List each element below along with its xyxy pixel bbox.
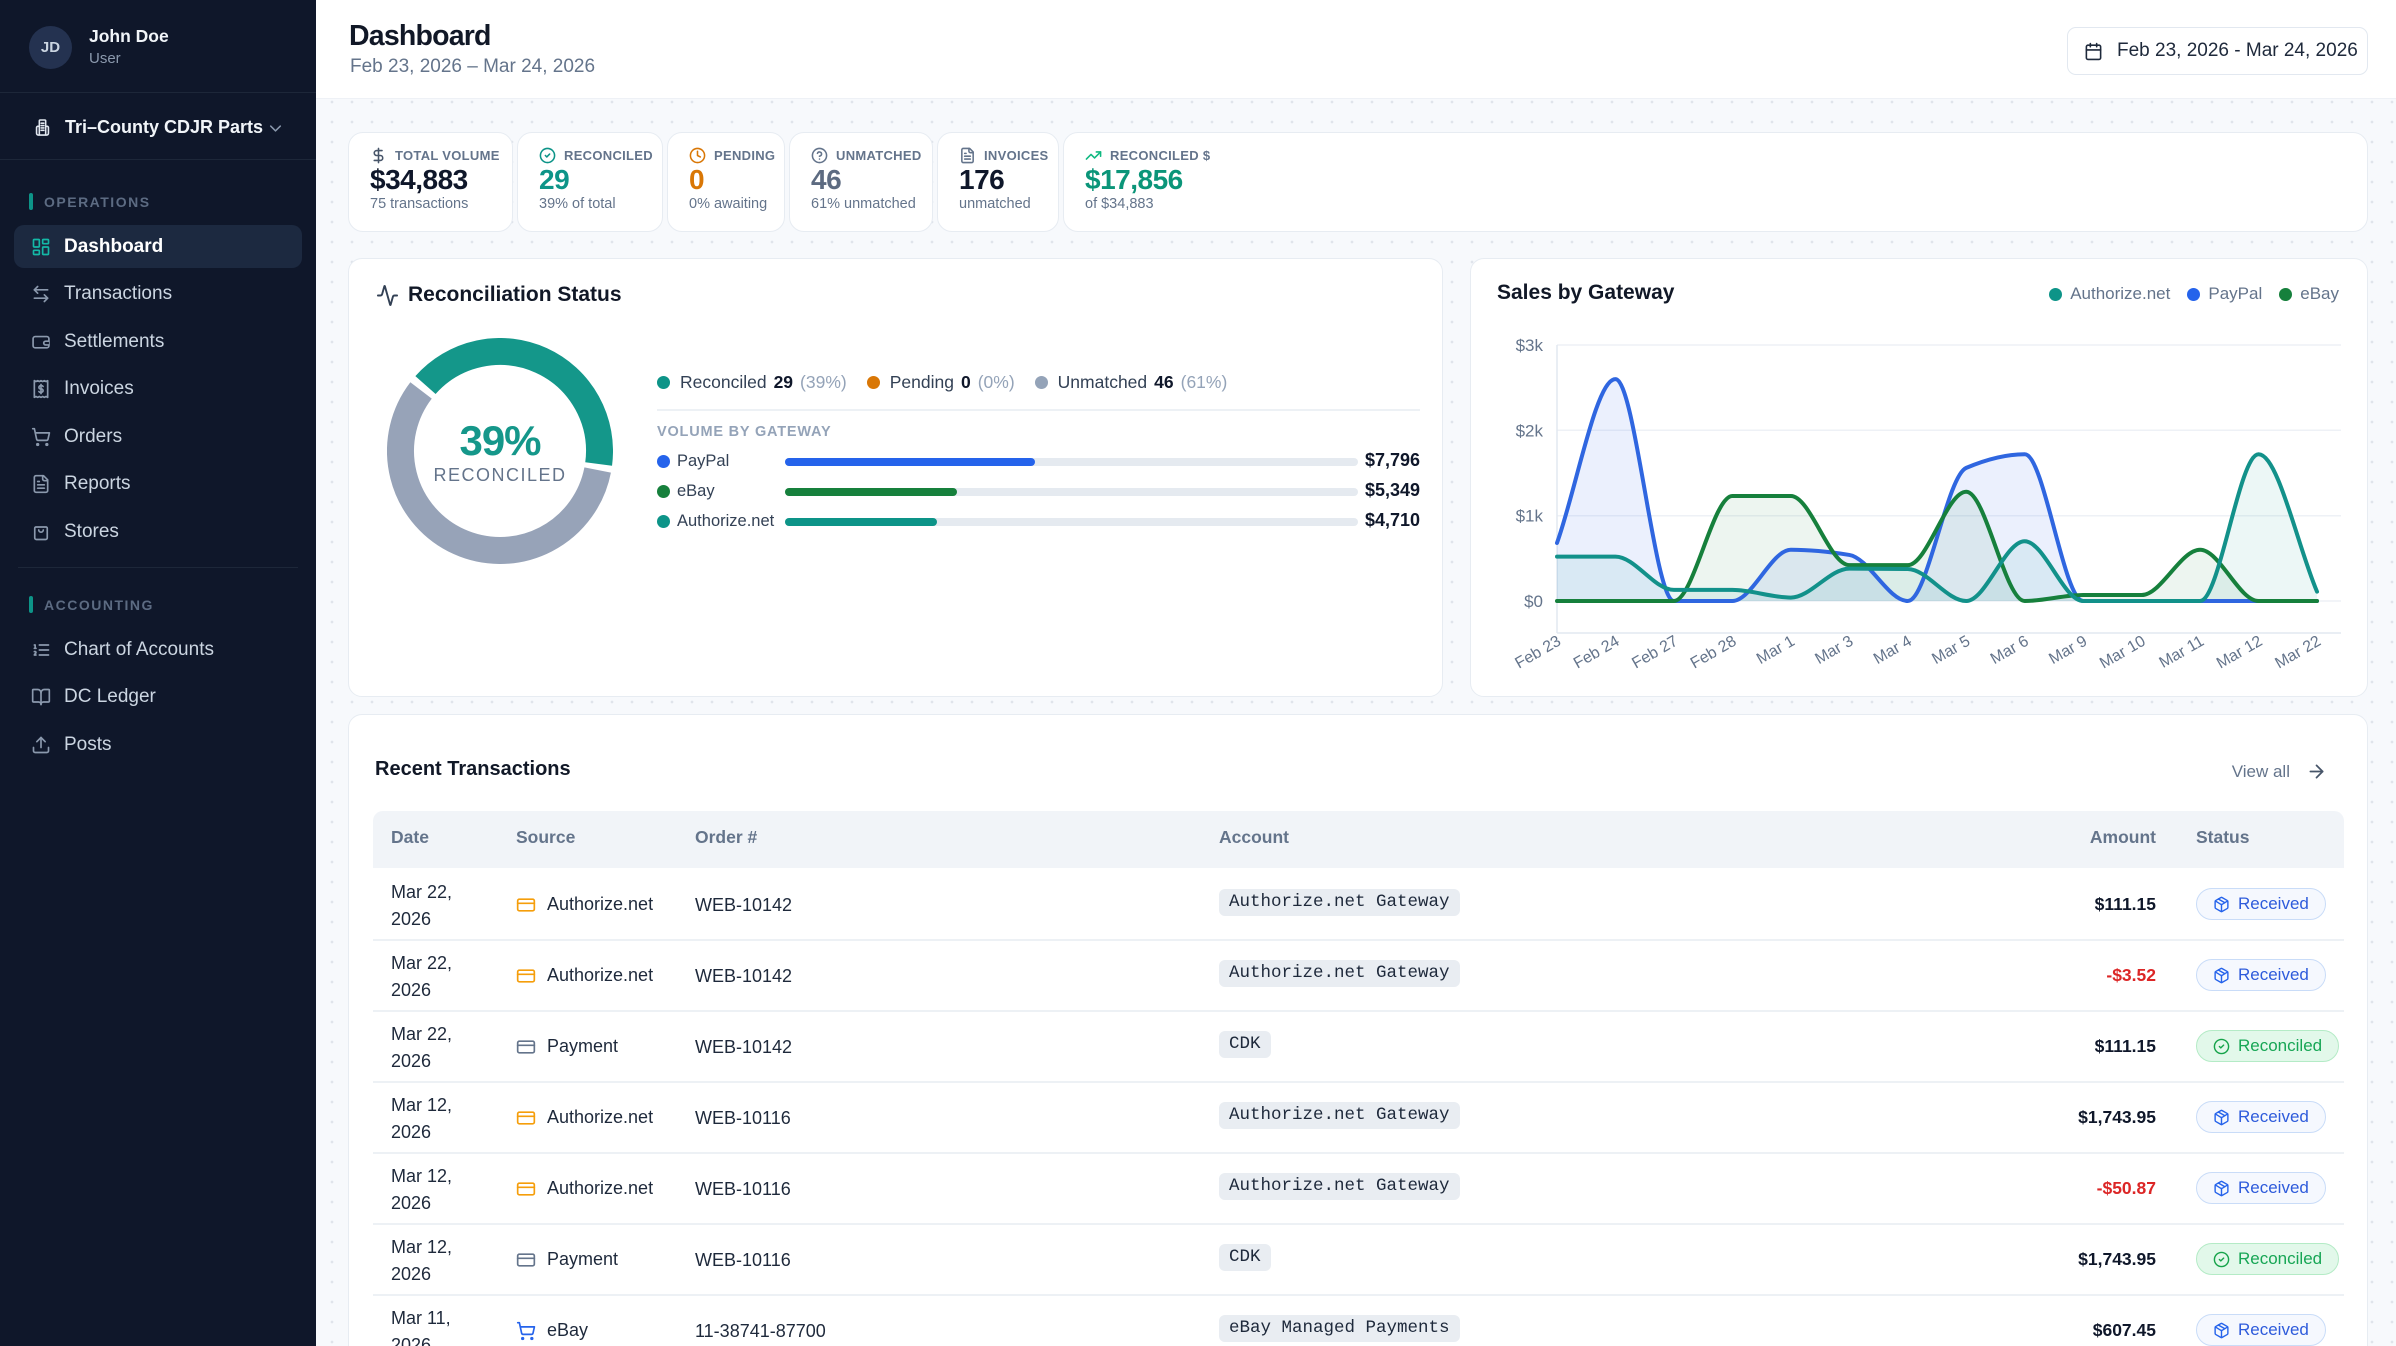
svg-text:Mar 1: Mar 1 (1754, 633, 1798, 668)
svg-text:Feb 23: Feb 23 (1512, 633, 1564, 673)
svg-text:Mar 5: Mar 5 (1929, 633, 1973, 668)
svg-text:Mar 4: Mar 4 (1871, 633, 1915, 668)
svg-text:Mar 22: Mar 22 (2272, 633, 2324, 673)
svg-text:$1k: $1k (1516, 507, 1544, 526)
svg-text:Mar 11: Mar 11 (2157, 633, 2208, 672)
svg-text:Feb 28: Feb 28 (1688, 633, 1740, 673)
svg-text:Mar 9: Mar 9 (2046, 633, 2090, 668)
svg-text:$2k: $2k (1516, 421, 1544, 440)
svg-text:Feb 27: Feb 27 (1629, 633, 1681, 673)
svg-text:$3k: $3k (1516, 336, 1544, 355)
svg-text:Feb 24: Feb 24 (1571, 633, 1623, 673)
svg-text:Mar 6: Mar 6 (1988, 633, 2032, 668)
svg-text:Mar 3: Mar 3 (1812, 633, 1856, 668)
svg-text:Mar 12: Mar 12 (2214, 633, 2266, 673)
svg-text:$0: $0 (1524, 592, 1543, 611)
svg-text:Mar 10: Mar 10 (2097, 633, 2149, 673)
